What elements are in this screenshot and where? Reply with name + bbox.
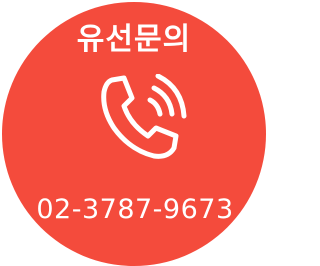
phone-ringing-icon (101, 74, 187, 159)
call-inquiry-title: 유선문의 (76, 22, 192, 57)
phone-number[interactable]: 02-3787-9673 (0, 190, 270, 230)
contact-widget: 유선문의 02-3787-9673 (0, 0, 271, 266)
